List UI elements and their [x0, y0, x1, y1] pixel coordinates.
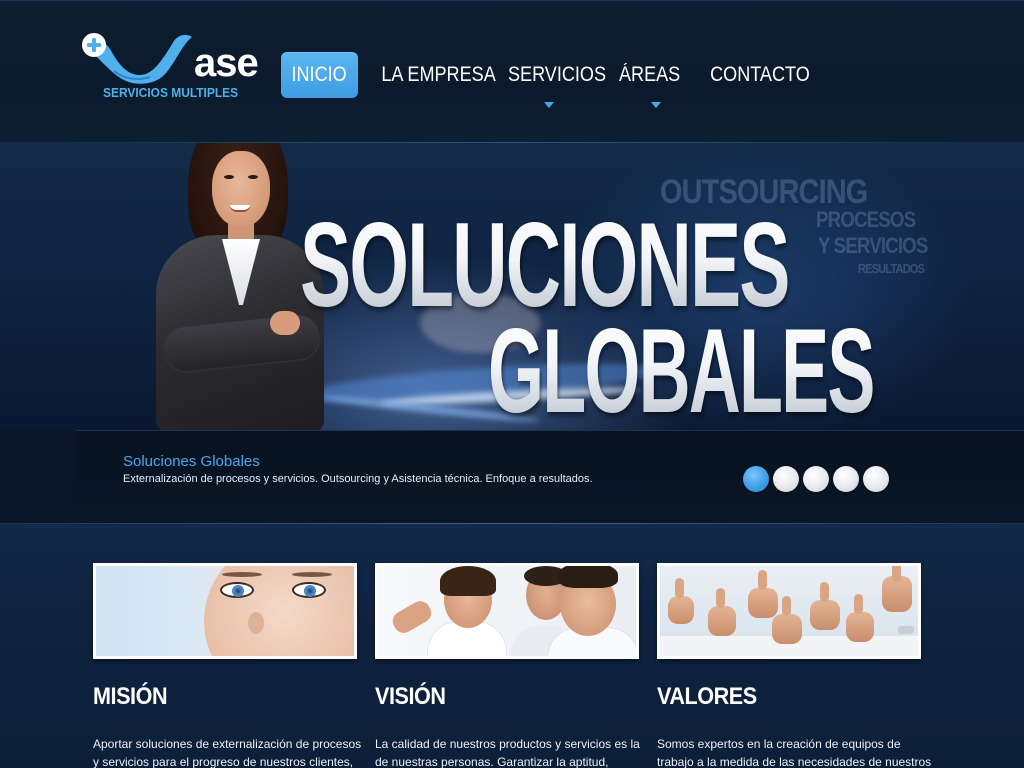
- slider-dot-5[interactable]: [863, 466, 889, 492]
- site-header: ase SERVICIOS MULTIPLES INICIO LA EMPRES…: [0, 0, 1024, 143]
- column-heading: VALORES: [657, 683, 757, 710]
- slider-dot-1[interactable]: [743, 466, 769, 492]
- hero-banner: OUTSOURCING PROCESOS Y SERVICIOS RESULTA…: [0, 143, 1024, 431]
- column-valores: VALORES Somos expertos en la creación de…: [657, 563, 931, 768]
- slider-dot-3[interactable]: [803, 466, 829, 492]
- column-text-line: Aportar soluciones de externalización de…: [93, 737, 362, 751]
- nav-item-label: LA EMPRESA: [381, 63, 496, 86]
- hero-headline-line-2: GLOBALES: [488, 304, 875, 431]
- column-mision: MISIÓN Aportar soluciones de externaliza…: [93, 563, 361, 768]
- nav-item-servicios[interactable]: SERVICIOS: [500, 52, 606, 108]
- nav-item-inicio[interactable]: INICIO: [281, 52, 358, 98]
- hero-bg-word: RESULTADOS: [858, 261, 925, 276]
- slider-dot-2[interactable]: [773, 466, 799, 492]
- column-text-line: La calidad de nuestros productos y servi…: [375, 737, 640, 751]
- column-text: Aportar soluciones de externalización de…: [93, 735, 363, 768]
- nav-item-la-empresa[interactable]: LA EMPRESA: [372, 52, 495, 98]
- column-heading: VISIÓN: [375, 683, 446, 710]
- nav-item-contacto[interactable]: CONTACTO: [702, 52, 810, 98]
- team-meeting-photo[interactable]: [375, 563, 639, 659]
- column-text: La calidad de nuestros productos y servi…: [375, 735, 645, 768]
- column-vision: VISIÓN La calidad de nuestros productos …: [375, 563, 640, 768]
- column-text-line: y servicios para el progreso de nuestros…: [93, 755, 354, 768]
- caption-title: Soluciones Globales: [123, 453, 260, 470]
- column-text: Somos expertos en la creación de equipos…: [657, 735, 932, 768]
- dropdown-caret-icon: [544, 102, 554, 108]
- slider-caption: Soluciones Globales Externalización de p…: [76, 430, 1024, 523]
- column-text-line: trabajo a la medida de las necesidades d…: [657, 755, 932, 768]
- slider-dot-4[interactable]: [833, 466, 859, 492]
- dropdown-caret-icon: [651, 102, 661, 108]
- main-nav: INICIO LA EMPRESA SERVICIOS ÁREAS CONTAC…: [0, 1, 1024, 144]
- thumbs-up-photo[interactable]: [657, 563, 921, 659]
- nav-item-label: SERVICIOS: [507, 63, 607, 86]
- nav-item-label: ÁREAS: [618, 63, 681, 86]
- hero-bg-word: Y SERVICIOS: [818, 233, 928, 258]
- content-section: MISIÓN Aportar soluciones de externaliza…: [0, 523, 1024, 768]
- nav-item-areas[interactable]: ÁREAS: [614, 52, 684, 108]
- column-text-line: de nuestras personas. Garantizar la apti…: [375, 755, 609, 768]
- caption-body: Externalización de procesos y servicios.…: [123, 473, 593, 485]
- nav-item-label: CONTACTO: [710, 63, 810, 86]
- nav-item-label: INICIO: [291, 63, 348, 86]
- column-text-line: Somos expertos en la creación de equipos…: [657, 737, 901, 751]
- hero-bg-word: PROCESOS: [816, 207, 916, 232]
- column-heading: MISIÓN: [93, 683, 168, 710]
- woman-face-photo[interactable]: [93, 563, 357, 659]
